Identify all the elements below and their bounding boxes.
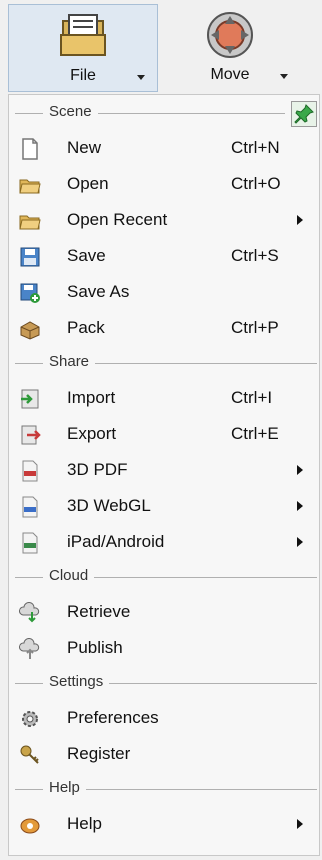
divider — [15, 577, 43, 578]
divider — [109, 683, 317, 684]
move-arrows-icon — [207, 12, 253, 58]
cloud-download-icon — [19, 601, 41, 624]
folder-recent-icon — [19, 210, 41, 232]
chevron-down-icon[interactable] — [137, 75, 145, 80]
cloud-upload-icon — [19, 637, 41, 660]
section-label: Help — [49, 779, 80, 796]
menu-item-label: Pack — [67, 318, 105, 337]
menu-item-label: Help — [67, 814, 102, 833]
divider — [15, 683, 43, 684]
move-ribbon-button[interactable]: Move — [160, 4, 300, 92]
menu-item-label: 3D PDF — [67, 460, 128, 479]
menu-item-shortcut: Ctrl+O — [231, 174, 281, 193]
section-header-settings: Settings — [9, 671, 321, 695]
section-header-scene: Scene — [9, 101, 321, 127]
section-header-share: Share — [9, 351, 321, 375]
section-label: Cloud — [49, 567, 89, 584]
menu-item-3d-webgl[interactable]: 3D WebGL — [9, 489, 321, 523]
divider — [85, 789, 317, 790]
menu-item-open[interactable]: Open Ctrl+O — [9, 167, 321, 201]
help-icon — [19, 814, 41, 836]
floppy-disk-icon — [19, 246, 41, 268]
key-icon — [19, 744, 41, 766]
menu-item-label: Save As — [67, 282, 130, 301]
section-label: Settings — [49, 673, 104, 690]
menu-item-pack[interactable]: Pack Ctrl+P — [9, 311, 321, 345]
menu-item-shortcut: Ctrl+S — [231, 246, 279, 265]
submenu-arrow-icon — [297, 819, 303, 829]
menu-item-publish[interactable]: Publish — [9, 631, 321, 665]
menu-item-label: Retrieve — [67, 602, 131, 621]
divider — [95, 363, 317, 364]
menu-item-label: Open Recent — [67, 210, 168, 229]
menu-item-shortcut: Ctrl+P — [231, 318, 279, 337]
menu-item-export[interactable]: Export Ctrl+E — [9, 417, 321, 451]
import-icon — [19, 388, 41, 410]
divider — [15, 113, 43, 114]
menu-item-save[interactable]: Save Ctrl+S — [9, 239, 321, 273]
divider — [15, 789, 43, 790]
menu-item-label: Export — [67, 424, 117, 443]
menu-item-save-as[interactable]: Save As — [9, 275, 321, 309]
section-header-cloud: Cloud — [9, 565, 321, 589]
menu-item-register[interactable]: Register — [9, 737, 321, 771]
menu-item-preferences[interactable]: Preferences — [9, 701, 321, 735]
menu-item-import[interactable]: Import Ctrl+I — [9, 381, 321, 415]
pdf-file-icon — [19, 460, 41, 482]
submenu-arrow-icon — [297, 465, 303, 475]
file-ribbon-button[interactable]: File — [8, 4, 158, 92]
chevron-down-icon[interactable] — [280, 74, 288, 79]
submenu-arrow-icon — [297, 501, 303, 511]
move-ribbon-label: Move — [210, 66, 250, 83]
menu-item-ipad-android[interactable]: iPad/Android — [9, 525, 321, 559]
menu-item-help[interactable]: Help — [9, 807, 321, 841]
new-document-icon — [19, 138, 41, 160]
file-dropdown-menu: Scene New Ctrl+N Open Ctrl+O Open Recent Save C… — [8, 94, 320, 856]
menu-item-retrieve[interactable]: Retrieve — [9, 595, 321, 629]
submenu-arrow-icon — [297, 215, 303, 225]
html-file-icon — [19, 496, 41, 518]
pin-icon[interactable] — [291, 101, 317, 127]
menu-item-label: Preferences — [67, 708, 159, 727]
divider — [97, 113, 285, 114]
menu-item-label: Import — [67, 388, 116, 407]
file-folder-icon — [60, 14, 106, 56]
menu-item-label: Save — [67, 246, 106, 265]
menu-item-new[interactable]: New Ctrl+N — [9, 131, 321, 165]
floppy-disk-plus-icon — [19, 282, 41, 304]
mobile-file-icon — [19, 532, 41, 554]
package-icon — [19, 318, 41, 340]
menu-item-label: Open — [67, 174, 109, 193]
section-header-help: Help — [9, 777, 321, 801]
divider — [15, 363, 43, 364]
menu-item-label: Publish — [67, 638, 123, 657]
menu-item-3d-pdf[interactable]: 3D PDF — [9, 453, 321, 487]
file-ribbon-label: File — [70, 67, 96, 84]
menu-item-label: New — [67, 138, 102, 157]
ribbon-toolbar: File Move — [0, 0, 322, 92]
submenu-arrow-icon — [297, 537, 303, 547]
section-label: Share — [49, 353, 90, 370]
menu-item-label: iPad/Android — [67, 532, 165, 551]
menu-item-shortcut: Ctrl+I — [231, 388, 273, 407]
menu-item-label: Register — [67, 744, 131, 763]
gear-icon — [19, 708, 41, 730]
menu-item-open-recent[interactable]: Open Recent — [9, 203, 321, 237]
menu-item-shortcut: Ctrl+E — [231, 424, 279, 443]
export-icon — [19, 424, 41, 446]
menu-item-shortcut: Ctrl+N — [231, 138, 280, 157]
section-label: Scene — [49, 103, 92, 120]
divider — [94, 577, 317, 578]
folder-open-icon — [19, 174, 41, 196]
menu-item-label: 3D WebGL — [67, 496, 151, 515]
